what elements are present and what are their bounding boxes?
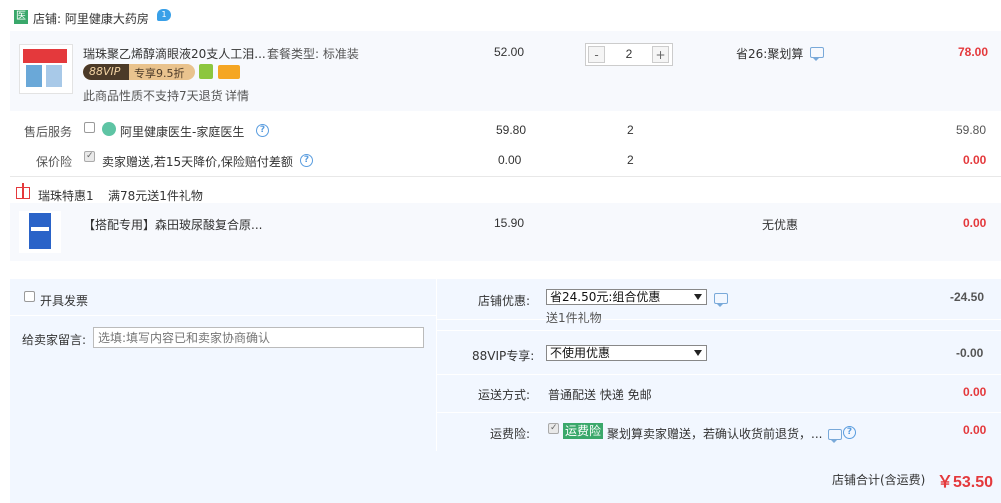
- freight-ins-chat-icon[interactable]: [828, 429, 842, 443]
- vip-badge: 88VIP 专享9.5折: [83, 64, 195, 80]
- shop-discount-gift: 送1件礼物: [546, 311, 602, 325]
- insurance-label: 保价险: [36, 155, 73, 169]
- shipping-value: 普通配送 快递 免邮: [548, 388, 652, 402]
- card-tag-icon: [218, 65, 240, 79]
- vip-discount-label: 88VIP专享:: [472, 349, 535, 363]
- service-name[interactable]: 阿里健康医生-家庭医生: [120, 123, 244, 140]
- freight-ins-desc: 聚划算卖家赠送，若确认收货前退货，...: [607, 427, 823, 441]
- chevron-down-icon: [694, 350, 702, 356]
- freight-ins-help-icon[interactable]: ?: [843, 426, 856, 439]
- insurance-name: 卖家赠送,若15天降价,保险赔付差额: [102, 155, 293, 169]
- group-divider: [10, 176, 1001, 177]
- service-label: 售后服务: [24, 125, 73, 139]
- vip-badge-label: 88VIP: [89, 65, 121, 78]
- shop-discount-label: 店铺优惠:: [478, 294, 531, 308]
- vip-discount-amount: -0.00: [956, 346, 984, 360]
- service-qty: 2: [627, 123, 634, 137]
- chevron-down-icon: [694, 294, 702, 300]
- invoice-checkbox[interactable]: [24, 291, 35, 302]
- shop-badge-icon: 医: [14, 10, 28, 24]
- invoice-label: 开具发票: [40, 294, 89, 308]
- item1-total: 78.00: [958, 45, 989, 59]
- item2-price: 15.90: [494, 216, 525, 230]
- freight-ins-label: 运费险:: [490, 427, 531, 441]
- shop-name[interactable]: 店铺: 阿里健康大药房: [33, 10, 149, 27]
- shop-total-label: 店铺合计(含运费): [832, 473, 926, 487]
- item1-title[interactable]: 瑞珠聚乙烯醇滴眼液20支人工泪...: [83, 45, 266, 62]
- service-total: 59.80: [956, 123, 987, 137]
- insurance-help-icon[interactable]: ?: [300, 154, 313, 167]
- service-price: 59.80: [496, 123, 527, 137]
- item1-return-notice: 此商品性质不支持7天退货: [83, 89, 223, 103]
- vip-discount-select[interactable]: 不使用优惠: [546, 345, 707, 361]
- item2-thumbnail[interactable]: [19, 211, 61, 253]
- doctor-icon: [102, 122, 116, 136]
- item1-package: 套餐类型: 标准装: [267, 47, 359, 61]
- wangwang-chat-icon[interactable]: 1: [157, 9, 171, 21]
- item2-total: 0.00: [963, 216, 987, 230]
- shipping-amount: 0.00: [963, 385, 987, 399]
- item2-promo: 无优惠: [762, 218, 799, 232]
- item1-detail-link[interactable]: 详情: [225, 87, 249, 104]
- service-help-icon[interactable]: ?: [256, 124, 269, 137]
- freight-ins-amount: 0.00: [963, 423, 987, 437]
- shop-discount-select[interactable]: 省24.50元:组合优惠: [546, 289, 707, 305]
- item1-price: 52.00: [494, 45, 525, 59]
- message-label: 给卖家留言:: [22, 333, 87, 347]
- qty-input[interactable]: 2: [608, 47, 650, 61]
- item1-promo-chat-icon[interactable]: [810, 47, 824, 61]
- insurance-checkbox: [84, 151, 95, 162]
- freight-ins-tag: 运费险: [563, 423, 604, 439]
- qty-minus-button[interactable]: -: [588, 46, 605, 63]
- item1-qty-stepper: - 2 +: [585, 43, 673, 66]
- item1-promo[interactable]: 省26:聚划算: [736, 45, 803, 62]
- item2-title[interactable]: 【搭配专用】森田玻尿酸复合原...: [83, 216, 262, 233]
- shipping-label: 运送方式:: [478, 388, 531, 402]
- shop-discount-amount: -24.50: [950, 290, 985, 304]
- insurance-total: 0.00: [963, 153, 987, 167]
- insurance-price: 0.00: [498, 153, 522, 167]
- vip-badge-discount: 专享9.5折: [134, 67, 185, 80]
- gift-group-title: 瑞珠特惠1: [38, 189, 94, 203]
- item1-thumbnail[interactable]: [19, 44, 73, 94]
- gift-group-rule: 满78元送1件礼物: [108, 189, 203, 203]
- insurance-qty: 2: [627, 153, 634, 167]
- qty-plus-button[interactable]: +: [652, 46, 669, 63]
- shop-discount-chat-icon[interactable]: [714, 293, 728, 307]
- shop-total-amount: ￥53.50: [937, 474, 994, 491]
- service-tag-icon: [199, 64, 213, 79]
- freight-ins-checkbox: [548, 423, 559, 434]
- message-input[interactable]: [93, 327, 424, 348]
- service-checkbox[interactable]: [84, 122, 95, 133]
